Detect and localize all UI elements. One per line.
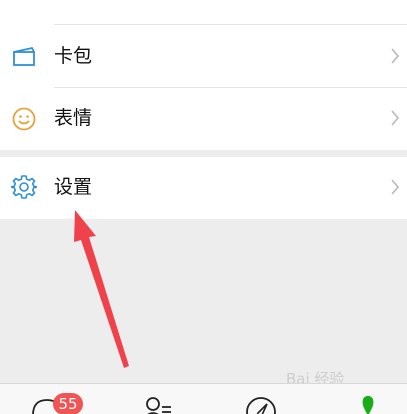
compass-icon[interactable] <box>245 394 277 414</box>
me-icon[interactable] <box>358 396 378 414</box>
annotation-arrow <box>74 210 129 368</box>
chats-unread-badge: 55 <box>53 393 83 414</box>
contacts-icon[interactable] <box>143 394 173 414</box>
